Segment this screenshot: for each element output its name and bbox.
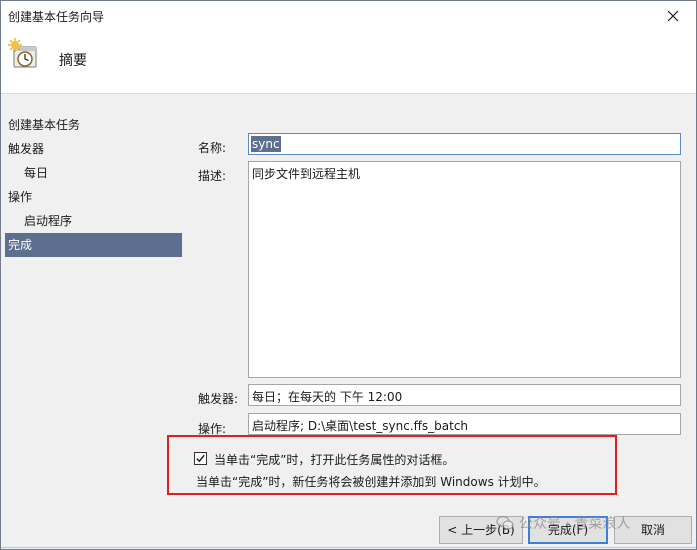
nav-item-daily[interactable]: 每日	[5, 161, 181, 185]
close-icon	[667, 10, 679, 22]
wizard-window: 创建基本任务向导 摘要 创建基本任务 触发器 每日 操作 启动程序 完成 名称:…	[0, 0, 697, 550]
action-field: 启动程序; D:\桌面\test_sync.ffs_batch	[248, 413, 681, 435]
wechat-icon	[496, 515, 514, 530]
finish-info-text: 当单击“完成”时，新任务将会被创建并添加到 Windows 计划中。	[196, 475, 546, 489]
checkmark-icon	[196, 454, 205, 463]
page-title: 摘要	[59, 53, 87, 69]
name-label: 名称:	[198, 141, 227, 155]
nav-item-start-program[interactable]: 启动程序	[5, 209, 181, 233]
nav-item-label: 操作	[8, 190, 33, 204]
description-value: 同步文件到远程主机	[252, 167, 361, 181]
trigger-field: 每日；在每天的 下午 12:00	[248, 384, 681, 406]
watermark: 公众号 · 青菜浪人	[496, 513, 630, 533]
trigger-value: 每日；在每天的 下午 12:00	[252, 390, 403, 404]
title-bar: 创建基本任务向导	[1, 1, 696, 31]
window-title: 创建基本任务向导	[8, 10, 105, 24]
divider	[1, 547, 696, 548]
trigger-label: 触发器:	[198, 392, 239, 406]
nav-item-label: 启动程序	[24, 214, 73, 228]
description-label: 描述:	[198, 169, 227, 183]
nav-item-label: 触发器	[8, 142, 45, 156]
nav-item-create-basic-task[interactable]: 创建基本任务	[5, 113, 181, 137]
nav-item-trigger[interactable]: 触发器	[5, 137, 181, 161]
nav-item-label: 完成	[8, 238, 33, 252]
open-properties-checkbox[interactable]	[194, 452, 207, 465]
task-clock-icon	[8, 38, 37, 68]
action-value: 启动程序; D:\桌面\test_sync.ffs_batch	[252, 419, 469, 433]
nav-item-label: 创建基本任务	[8, 118, 81, 132]
description-textarea[interactable]: 同步文件到远程主机	[248, 161, 681, 378]
nav-item-action[interactable]: 操作	[5, 185, 181, 209]
name-input[interactable]: sync	[248, 133, 681, 155]
wizard-header: 摘要	[1, 31, 696, 94]
name-value: sync	[251, 136, 281, 152]
close-button[interactable]	[650, 1, 696, 31]
open-properties-label[interactable]: 当单击“完成”时，打开此任务属性的对话框。	[214, 451, 454, 468]
wizard-steps-nav: 创建基本任务 触发器 每日 操作 启动程序 完成	[5, 113, 182, 257]
nav-item-finish[interactable]: 完成	[5, 233, 182, 257]
nav-item-label: 每日	[24, 166, 49, 180]
watermark-text: 公众号 · 青菜浪人	[519, 516, 631, 532]
